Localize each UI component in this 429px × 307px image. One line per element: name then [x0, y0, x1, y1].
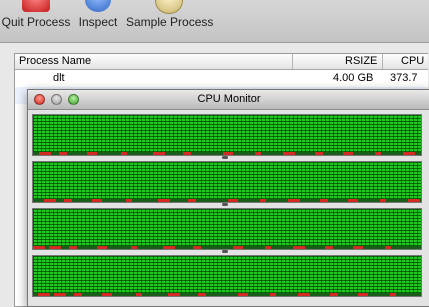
cpu-core-meter — [32, 255, 422, 297]
window-title: CPU Monitor — [197, 93, 261, 105]
system-load-mark — [385, 246, 391, 249]
system-load-mark — [353, 246, 363, 249]
system-load-mark — [283, 152, 295, 155]
cpu-core-meter — [32, 208, 422, 250]
system-load-mark — [325, 246, 333, 249]
system-load-mark — [293, 246, 305, 249]
table-row[interactable]: dlt 4.00 GB 373.7 — [15, 70, 428, 87]
system-load-mark — [49, 246, 61, 249]
system-load-mark — [255, 152, 261, 155]
system-load-mark — [380, 199, 386, 202]
info-icon — [85, 0, 111, 12]
system-load-mark — [44, 199, 56, 202]
inspect-label: Inspect — [78, 15, 118, 29]
toolbar: Quit Process Inspect Sample Process — [0, 0, 429, 43]
column-header-rsize[interactable]: RSIZE — [345, 55, 377, 67]
system-load-mark — [260, 199, 266, 202]
system-load-mark — [39, 152, 51, 155]
system-load-mark — [102, 293, 112, 296]
system-load-mark — [358, 293, 368, 296]
system-load-mark — [265, 246, 271, 249]
system-load-mark — [348, 199, 358, 202]
table-header: Process Name RSIZE CPU — [15, 54, 428, 70]
system-load-mark — [38, 293, 50, 296]
system-load-mark — [408, 199, 420, 202]
system-load-mark — [131, 246, 137, 249]
cpu-core-meter — [32, 114, 422, 156]
system-load-mark — [69, 246, 77, 249]
cpu-core-meter — [32, 161, 422, 203]
system-load-mark — [288, 199, 300, 202]
system-load-mark — [33, 246, 45, 249]
system-load-mark — [270, 293, 276, 296]
system-load-mark — [163, 246, 175, 249]
system-load-mark — [87, 152, 97, 155]
system-load-mark — [375, 152, 381, 155]
system-load-mark — [238, 293, 248, 296]
system-load-mark — [390, 293, 396, 296]
column-header-cpu[interactable]: CPU — [401, 55, 424, 67]
stop-sign-icon — [22, 0, 50, 12]
system-load-mark — [136, 293, 142, 296]
cpu-graphs — [28, 110, 429, 306]
splitter-handle[interactable] — [222, 250, 228, 254]
system-load-mark — [228, 199, 238, 202]
cpu-monitor-window: CPU Monitor — [27, 89, 429, 307]
splitter-handle[interactable] — [222, 203, 228, 207]
rsize-cell: 4.00 GB — [333, 72, 374, 84]
system-load-mark — [97, 246, 107, 249]
process-name-cell: dlt — [53, 72, 65, 84]
system-load-mark — [92, 199, 102, 202]
quit-process-label: Quit Process — [1, 15, 71, 29]
system-load-mark — [403, 152, 415, 155]
system-load-mark — [198, 293, 206, 296]
system-load-mark — [59, 152, 67, 155]
quit-process-button[interactable]: Quit Process — [0, 0, 72, 42]
system-load-mark — [74, 293, 82, 296]
system-load-mark — [54, 293, 66, 296]
system-load-mark — [315, 152, 323, 155]
sample-process-label: Sample Process — [126, 15, 214, 29]
system-load-mark — [126, 199, 132, 202]
system-load-mark — [320, 199, 328, 202]
window-title-bar[interactable]: CPU Monitor — [28, 90, 429, 110]
inspect-button[interactable]: Inspect — [78, 0, 118, 42]
system-load-mark — [298, 293, 310, 296]
magnifier-icon — [155, 0, 183, 14]
column-divider — [292, 54, 293, 69]
system-load-mark — [158, 199, 170, 202]
system-load-mark — [153, 152, 165, 155]
system-load-mark — [64, 199, 72, 202]
system-load-mark — [121, 152, 127, 155]
system-load-mark — [223, 152, 233, 155]
system-load-mark — [188, 199, 196, 202]
system-load-mark — [343, 152, 353, 155]
sample-process-button[interactable]: Sample Process — [126, 0, 214, 42]
system-load-mark — [330, 293, 338, 296]
column-divider — [382, 54, 383, 69]
cpu-cell: 373.7 — [390, 72, 418, 84]
system-load-mark — [193, 246, 201, 249]
system-load-mark — [168, 293, 180, 296]
splitter-handle[interactable] — [222, 156, 228, 160]
system-load-mark — [233, 246, 243, 249]
column-header-process-name[interactable]: Process Name — [19, 55, 91, 67]
system-load-mark — [183, 152, 191, 155]
